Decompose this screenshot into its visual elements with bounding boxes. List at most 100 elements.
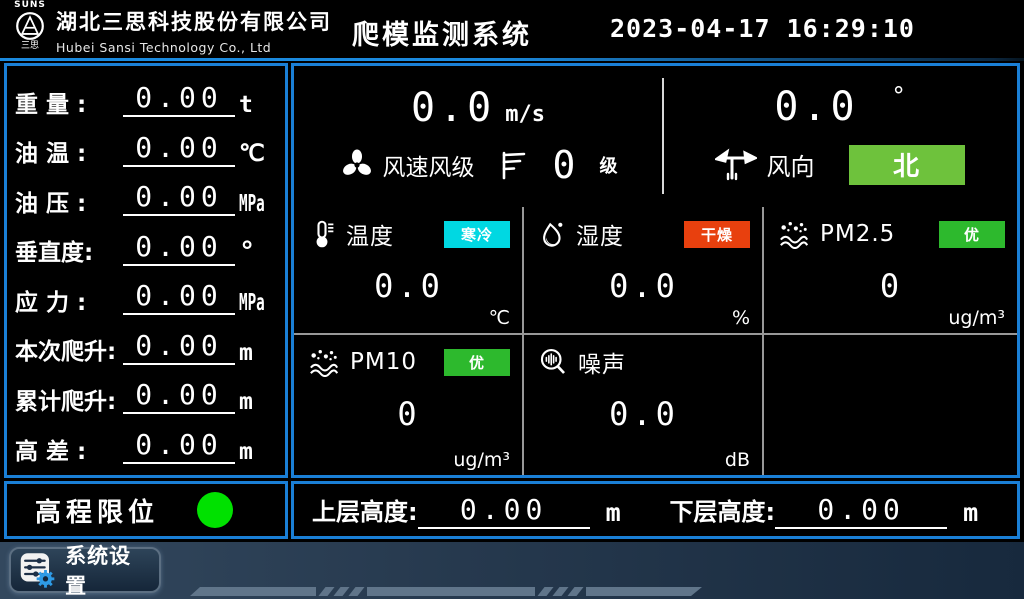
metric-label: 高 差 :	[15, 439, 121, 465]
metric-label: 油 压 :	[15, 191, 121, 217]
elevation-limit-label: 高程限位	[35, 492, 159, 529]
metric-row-stress: 应 力 : 0.00 MPa	[15, 272, 277, 316]
wind-speed-unit: m/s	[505, 102, 545, 127]
header-divider	[0, 58, 1024, 61]
wind-direction-value: 0.0	[774, 87, 858, 127]
sensor-unit: ug/m³	[453, 449, 510, 471]
metric-row-total-climb: 累计爬升: 0.00 m	[15, 371, 277, 415]
sensor-value: 0.0	[538, 267, 750, 305]
company-name-cn: 湖北三思科技股份有限公司	[56, 6, 332, 36]
wind-vane-icon	[715, 148, 757, 182]
wind-speed-value: 0.0	[411, 88, 495, 128]
sensor-value: 0.0	[308, 267, 510, 305]
sensor-unit: ug/m³	[948, 307, 1005, 329]
sensor-name: 湿度	[576, 217, 624, 251]
decorative-stripes	[190, 587, 702, 596]
sensor-status-badge: 优	[444, 349, 510, 376]
sensor-name: PM2.5	[820, 221, 895, 247]
metric-unit: m	[239, 440, 277, 465]
metric-value: 0.00	[123, 381, 235, 414]
wind-level-line: 风速风级 0 级	[339, 146, 618, 184]
metric-value: 0.00	[123, 84, 235, 117]
metric-unit: t	[239, 93, 277, 118]
thermometer-icon	[308, 219, 336, 249]
sensor-cell-empty	[764, 335, 1017, 475]
metric-value: 0.00	[123, 282, 235, 315]
metric-row-current-climb: 本次爬升: 0.00 m	[15, 322, 277, 366]
metric-value: 0.00	[123, 183, 235, 216]
metric-value: 0.00	[123, 431, 235, 464]
upper-height-group: 上层高度: 0.00 m	[312, 492, 644, 529]
layer-heights-panel: 上层高度: 0.00 m 下层高度: 0.00 m	[291, 481, 1020, 539]
header: SUNS 三思 湖北三思科技股份有限公司 Hubei Sansi Technol…	[0, 0, 1024, 58]
lower-height-value: 0.00	[775, 496, 947, 529]
sensor-name: 噪声	[578, 345, 626, 379]
metric-unit: ℃	[239, 142, 277, 167]
wind-direction-block: 0.0 ° 风向 北	[662, 66, 1017, 206]
sensor-cell-noise: 噪声 0.0 dB	[524, 335, 764, 475]
metric-value: 0.00	[123, 332, 235, 365]
sensor-name: 温度	[346, 217, 394, 251]
monitoring-screen: SUNS 三思 湖北三思科技股份有限公司 Hubei Sansi Technol…	[0, 0, 1024, 599]
wind-direction-label: 风向	[767, 147, 815, 182]
metric-value: 0.00	[123, 134, 235, 167]
company-name-en: Hubei Sansi Technology Co., Ltd	[56, 40, 332, 55]
sensor-unit: %	[732, 307, 750, 329]
sensor-value: 0.0	[538, 395, 750, 433]
sensor-grid: 温度 寒冷 0.0 ℃ 湿度 干燥 0.0 %	[294, 207, 1017, 475]
metric-unit: m	[239, 390, 277, 415]
metric-row-height-diff: 高 差 : 0.00 m	[15, 421, 277, 465]
logo-text-top: SUNS	[8, 1, 52, 10]
sensor-status-badge: 寒冷	[444, 221, 510, 248]
settings-button-label: 系统设置	[65, 540, 151, 599]
lower-height-label: 下层高度:	[670, 492, 776, 527]
sensor-value: 0	[778, 267, 1005, 305]
upper-height-label: 上层高度:	[312, 492, 418, 527]
metric-unit: m	[239, 341, 277, 366]
metric-label: 应 力 :	[15, 290, 121, 316]
metric-label: 垂直度:	[15, 240, 121, 266]
humidity-icon	[538, 219, 566, 249]
wind-direction-unit: °	[893, 87, 905, 106]
settings-button[interactable]: 系统设置	[9, 547, 161, 593]
metric-unit: MPa	[239, 291, 263, 316]
metric-label: 累计爬升:	[15, 389, 121, 415]
sensor-status-badge: 干燥	[684, 221, 750, 248]
sensor-value: 0	[308, 395, 510, 433]
wind-direction-sub: 风向 北	[715, 145, 965, 185]
sensor-cell-temperature: 温度 寒冷 0.0 ℃	[294, 207, 524, 335]
noise-icon	[538, 347, 568, 377]
wind-level-icon	[499, 149, 527, 181]
logo-text-bottom: 三思	[8, 42, 52, 51]
metric-row-weight: 重 量 : 0.00 t	[15, 74, 277, 118]
wind-level-value: 0	[553, 146, 576, 184]
wind-section: 0.0 m/s 风速风级	[294, 66, 1017, 206]
elevation-limit-panel: 高程限位	[4, 481, 288, 539]
wind-direction-badge: 北	[849, 145, 965, 185]
metric-label: 油 温 :	[15, 141, 121, 167]
dust-icon	[308, 347, 340, 377]
upper-height-value: 0.00	[418, 496, 590, 529]
fan-icon	[339, 147, 375, 183]
bottom-bar: 系统设置	[0, 542, 1024, 599]
sensor-status-badge: 优	[939, 221, 1005, 248]
sensor-cell-humidity: 湿度 干燥 0.0 %	[524, 207, 764, 335]
metric-label: 重 量 :	[15, 92, 121, 118]
settings-sliders-gear-icon	[19, 551, 56, 589]
environment-panel: 0.0 m/s 风速风级	[291, 63, 1020, 478]
metric-unit: °	[239, 237, 277, 267]
lower-height-unit: m	[963, 498, 978, 527]
sensor-cell-pm25: PM2.5 优 0 ug/m³	[764, 207, 1017, 335]
elevation-status-light	[197, 492, 233, 528]
metrics-panel: 重 量 : 0.00 t 油 温 : 0.00 ℃ 油 压 : 0.00 MPa…	[4, 63, 288, 478]
metric-unit: MPa	[239, 192, 263, 217]
sensor-unit: ℃	[489, 307, 510, 329]
metric-row-oil-pressure: 油 压 : 0.00 MPa	[15, 173, 277, 217]
lower-height-group: 下层高度: 0.00 m	[670, 492, 1002, 529]
wind-speed-line: 0.0 m/s	[411, 88, 545, 128]
metric-label: 本次爬升:	[15, 339, 121, 365]
datetime-display: 2023-04-17 16:29:10	[610, 14, 915, 43]
sensor-unit: dB	[725, 449, 750, 471]
metric-row-oil-temp: 油 温 : 0.00 ℃	[15, 124, 277, 168]
wind-speed-block: 0.0 m/s 风速风级	[294, 66, 662, 206]
